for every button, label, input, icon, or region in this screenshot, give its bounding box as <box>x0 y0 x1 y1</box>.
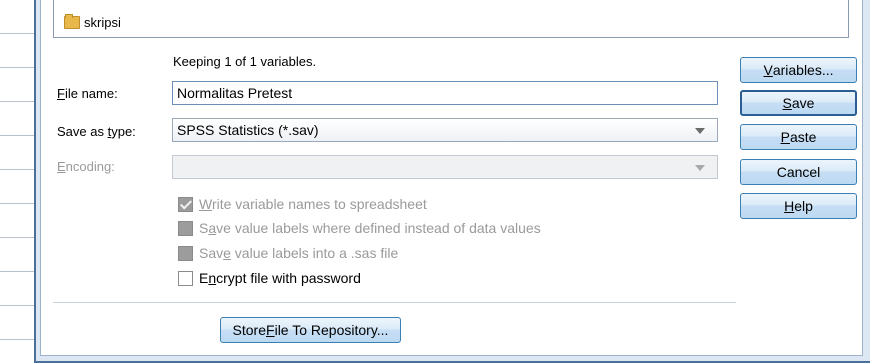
list-item[interactable]: skripsi <box>64 14 121 30</box>
chevron-down-icon <box>695 165 705 171</box>
encrypt-file-option[interactable]: Encrypt file with password <box>178 270 361 286</box>
paste-button[interactable]: Paste <box>740 124 857 150</box>
save-button[interactable]: Save <box>740 90 857 116</box>
encrypt-file-label[interactable]: Encrypt file with password <box>199 270 361 286</box>
file-name-input[interactable] <box>172 81 718 105</box>
encoding-select <box>172 155 718 179</box>
cancel-button[interactable]: Cancel <box>740 159 857 185</box>
encrypt-file-checkbox[interactable] <box>178 270 193 286</box>
keeping-variables-text: Keeping 1 of 1 variables. <box>173 54 317 69</box>
dialog-body: skripsi Keeping 1 of 1 variables. File n… <box>40 0 863 356</box>
write-variable-names-option: Write variable names to spreadsheet <box>178 196 427 212</box>
chevron-down-icon[interactable] <box>695 128 705 134</box>
save-as-type-label: Save as type: <box>57 124 136 139</box>
document-margin <box>0 0 35 363</box>
folder-icon <box>64 14 80 29</box>
write-variable-names-checkbox <box>178 196 193 212</box>
save-value-labels-option: Save value labels where defined instead … <box>178 220 541 236</box>
write-variable-names-label: Write variable names to spreadsheet <box>199 196 427 212</box>
save-value-labels-checkbox <box>178 220 193 236</box>
save-data-dialog: skripsi Keeping 1 of 1 variables. File n… <box>34 0 870 363</box>
save-as-type-select[interactable]: SPSS Statistics (*.sav) <box>172 118 718 142</box>
help-button[interactable]: Help <box>740 193 857 219</box>
save-sas-labels-option: Save value labels into a .sas file <box>178 245 398 261</box>
save-sas-labels-checkbox <box>178 245 193 261</box>
save-sas-labels-label: Save value labels into a .sas file <box>199 245 399 261</box>
store-file-to-repository-button[interactable]: Store File To Repository... <box>220 317 401 343</box>
folder-label: skripsi <box>84 15 121 30</box>
variables-button[interactable]: Variables... <box>740 57 857 83</box>
save-as-type-value: SPSS Statistics (*.sav) <box>177 122 319 138</box>
file-list[interactable]: skripsi <box>53 0 849 38</box>
divider <box>53 302 736 303</box>
file-name-label: File name: <box>57 86 118 101</box>
encoding-label: Encoding: <box>57 159 115 174</box>
save-value-labels-label: Save value labels where defined instead … <box>199 220 541 236</box>
